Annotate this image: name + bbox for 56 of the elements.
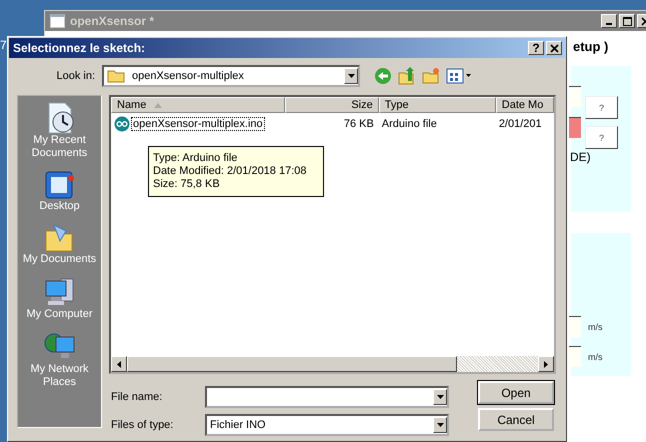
look-in-value: openXsensor-multiplex [131,70,245,82]
column-header[interactable]: Date Mo [496,97,554,113]
places-item[interactable]: My Network Places [20,331,100,389]
close-button[interactable] [546,41,562,55]
file-type: Arduino file [382,118,437,130]
input-field[interactable] [569,346,581,367]
view-menu-icon[interactable] [446,68,472,84]
open-button[interactable]: Open [478,381,554,404]
input-field[interactable] [569,117,581,138]
help-button[interactable]: ? [585,96,618,119]
column-header[interactable]: Size [284,97,379,113]
file-tooltip: Type: Arduino file Date Modified: 2/01/2018 17:08 Size: 75,8 KB [148,146,324,197]
input-field[interactable] [569,86,581,107]
help-button[interactable]: ? [528,41,544,55]
column-header[interactable]: Type [378,97,496,113]
unit-label: m/s [588,352,602,362]
scroll-left-icon[interactable] [111,356,127,372]
label-text: DE) [570,150,591,164]
places-item[interactable]: My Documents [20,223,100,266]
back-icon[interactable] [374,67,392,85]
maximize-button[interactable] [619,14,635,28]
places-item[interactable]: My Computer [20,276,100,321]
folder-icon [44,223,76,253]
look-in-dropdown[interactable]: openXsensor-multiplex [102,65,360,87]
window-title: openXsensor * [70,14,156,28]
section-heading: etup ) [573,39,608,54]
cancel-button[interactable]: Cancel [478,408,554,431]
unit-label: m/s [588,322,602,332]
file-size: 76 KB [344,118,374,130]
help-button[interactable]: ? [585,126,618,149]
desktop-text: 7 [0,38,7,52]
column-header[interactable]: Name [111,97,285,113]
file-name-field[interactable] [205,386,449,408]
look-in-label: Look in: [55,70,96,82]
sort-arrow-icon [154,102,162,108]
up-folder-icon[interactable] [398,67,416,85]
desktop-icon [44,170,76,200]
close-icon [550,44,558,52]
file-name-label: File name: [111,391,164,403]
file-type-dropdown[interactable]: Fichier INO [205,414,449,436]
file-date: 2/01/201 [498,118,542,130]
maximize-icon [622,16,632,26]
file-type-label: Files of type: [111,419,174,431]
places-item[interactable]: My Recent Documents [20,102,100,160]
horizontal-scrollbar[interactable] [111,356,554,372]
places-item[interactable]: Desktop [20,170,100,213]
computer-icon [42,276,76,308]
input-field[interactable] [569,316,581,337]
infinity-file-icon [114,116,130,132]
dialog-title: Selectionnez le sketch: [13,41,146,55]
window-icon [50,14,65,28]
folder-icon [107,69,125,83]
minimize-button[interactable] [601,14,617,28]
scroll-right-icon[interactable] [538,356,554,372]
scrollbar-thumb[interactable] [127,356,457,372]
file-name[interactable]: openXsensor-multiplex.ino [131,117,265,131]
